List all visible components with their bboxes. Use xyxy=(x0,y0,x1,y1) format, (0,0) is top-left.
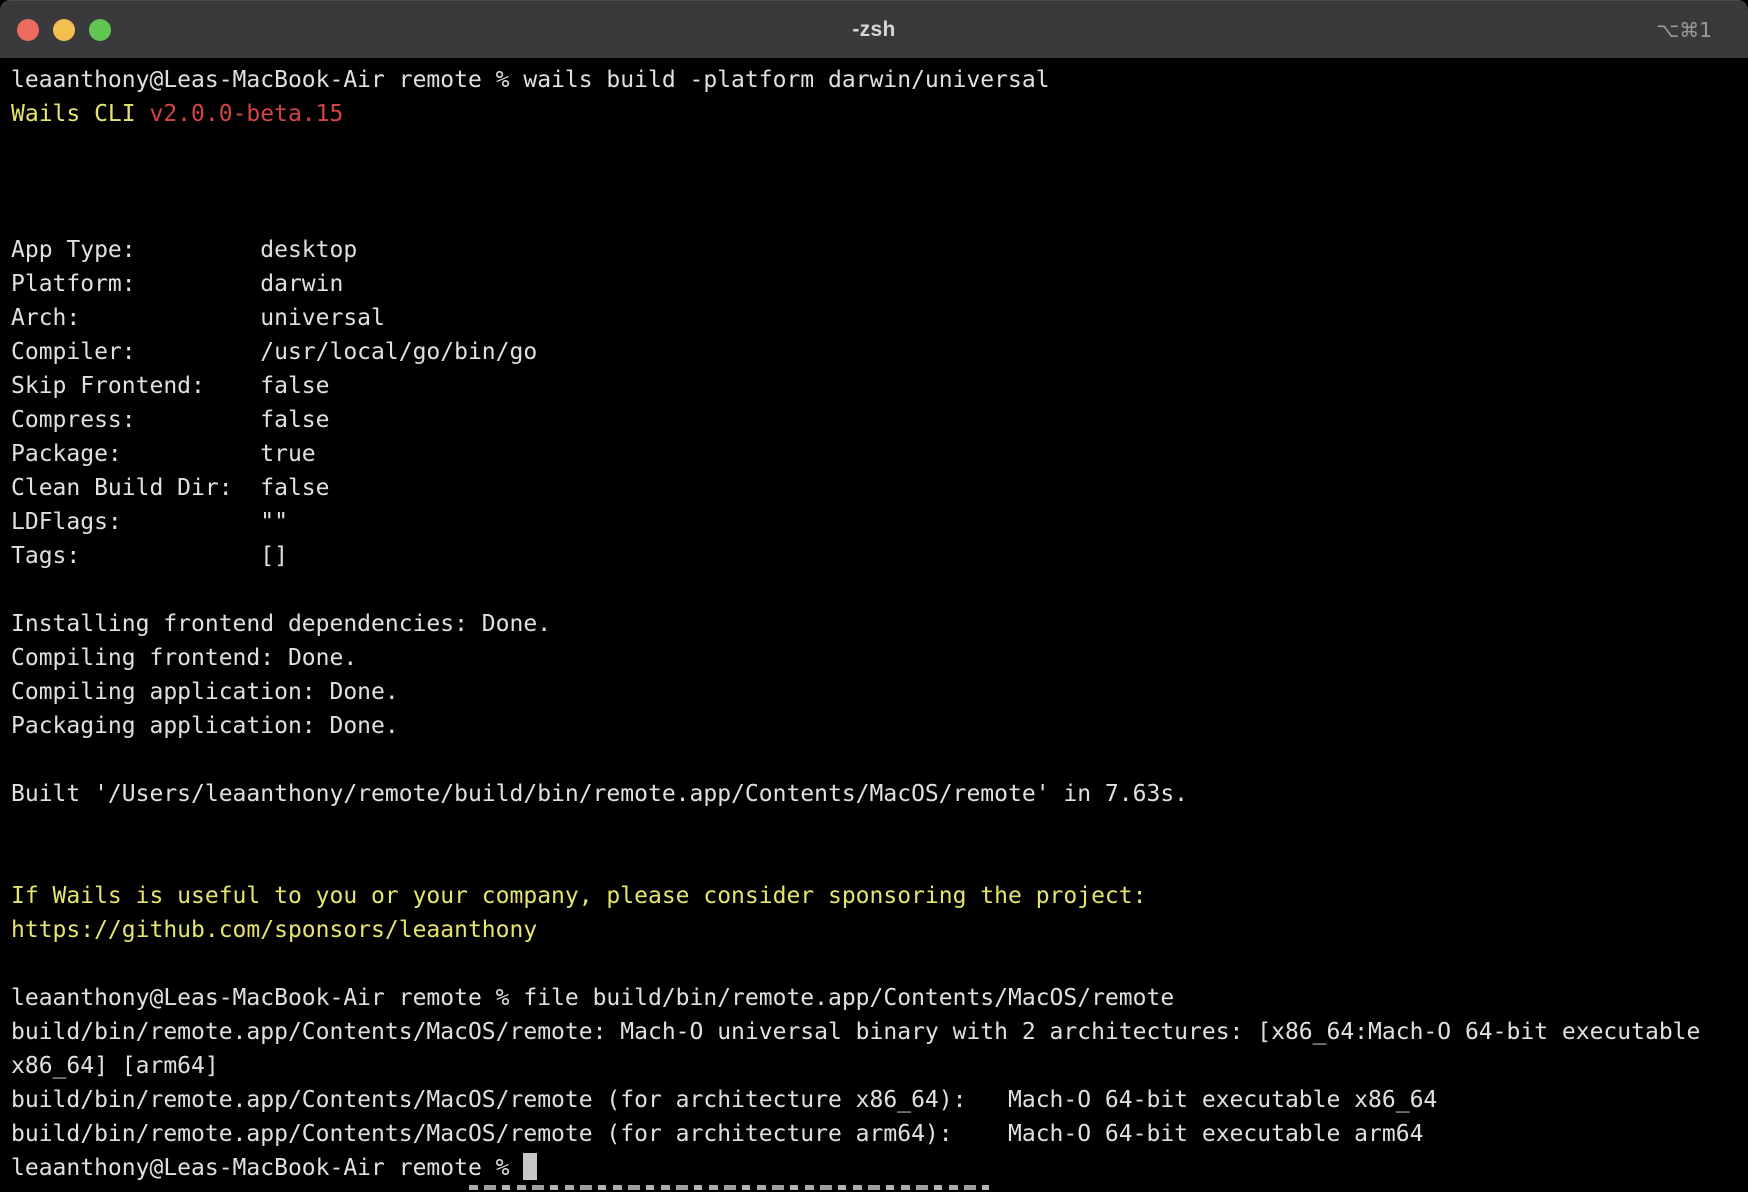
terminal-line xyxy=(11,743,1737,777)
terminal-text-segment: Installing frontend dependencies: Done. xyxy=(11,611,551,637)
status-line: Installing frontend dependencies: Done. xyxy=(11,607,1737,641)
terminal-line xyxy=(11,573,1737,607)
zoom-button[interactable] xyxy=(89,19,111,41)
file-output-line-wrap: x86_64] [arm64] xyxy=(11,1049,1737,1083)
terminal-text-segment: Compiling application: Done. xyxy=(11,679,399,705)
terminal-text-segment: Compiling frontend: Done. xyxy=(11,645,357,671)
tab-shortcut-hint: ⌥⌘1 xyxy=(1656,18,1712,42)
terminal-text-segment: leaanthony@Leas-MacBook-Air remote % fil… xyxy=(11,985,1174,1011)
config-row-tags: Tags: [] xyxy=(11,539,1737,573)
terminal-text-segment: Package: true xyxy=(11,441,316,467)
config-row-clean-build-dir: Clean Build Dir: false xyxy=(11,471,1737,505)
terminal-line xyxy=(11,811,1737,845)
terminal-text-segment: Tags: [] xyxy=(11,543,288,569)
terminal-text-segment: Wails CLI xyxy=(11,101,149,127)
terminal-text-segment: Clean Build Dir: false xyxy=(11,475,330,501)
wails-cli-version-line: Wails CLI v2.0.0-beta.15 xyxy=(11,97,1737,131)
minimize-button[interactable] xyxy=(53,19,75,41)
window-title: -zsh xyxy=(852,18,895,42)
terminal-text-segment: leaanthony@Leas-MacBook-Air remote % xyxy=(11,1155,523,1181)
file-output-line: build/bin/remote.app/Contents/MacOS/remo… xyxy=(11,1083,1737,1117)
status-line: Compiling application: Done. xyxy=(11,675,1737,709)
terminal-text-segment: build/bin/remote.app/Contents/MacOS/remo… xyxy=(11,1019,1700,1045)
terminal-text-segment: leaanthony@Leas-MacBook-Air remote % wai… xyxy=(11,67,1050,93)
config-row-package: Package: true xyxy=(11,437,1737,471)
terminal-screen[interactable]: leaanthony@Leas-MacBook-Air remote % wai… xyxy=(0,58,1748,1192)
terminal-text-segment: If Wails is useful to you or your compan… xyxy=(11,883,1146,909)
close-button[interactable] xyxy=(17,19,39,41)
terminal-text-segment: App Type: desktop xyxy=(11,237,357,263)
prompt-line: leaanthony@Leas-MacBook-Air remote % wai… xyxy=(11,63,1737,97)
terminal-text-segment: Platform: darwin xyxy=(11,271,343,297)
terminal-line xyxy=(11,131,1737,165)
terminal-window: -zsh ⌥⌘1 leaanthony@Leas-MacBook-Air rem… xyxy=(0,0,1748,1192)
config-row-compiler: Compiler: /usr/local/go/bin/go xyxy=(11,335,1737,369)
terminal-text-segment: x86_64] [arm64] xyxy=(11,1053,219,1079)
terminal-text-segment: Skip Frontend: false xyxy=(11,373,330,399)
terminal-text-segment: https://github.com/sponsors/leaanthony xyxy=(11,917,537,943)
terminal-text-segment: build/bin/remote.app/Contents/MacOS/remo… xyxy=(11,1087,1437,1113)
terminal-line xyxy=(11,199,1737,233)
config-row-compress: Compress: false xyxy=(11,403,1737,437)
config-row-arch: Arch: universal xyxy=(11,301,1737,335)
terminal-text-segment: Arch: universal xyxy=(11,305,385,331)
terminal-line xyxy=(11,947,1737,981)
terminal-text-segment: v2.0.0-beta.15 xyxy=(149,101,343,127)
status-line: Compiling frontend: Done. xyxy=(11,641,1737,675)
terminal-text-segment: Packaging application: Done. xyxy=(11,713,399,739)
terminal-text-segment: Compress: false xyxy=(11,407,330,433)
terminal-text-segment: build/bin/remote.app/Contents/MacOS/remo… xyxy=(11,1121,1423,1147)
file-output-line: build/bin/remote.app/Contents/MacOS/remo… xyxy=(11,1015,1737,1049)
titlebar[interactable]: -zsh ⌥⌘1 xyxy=(0,0,1748,58)
terminal-line xyxy=(11,845,1737,879)
status-line: Packaging application: Done. xyxy=(11,709,1737,743)
sponsor-url-line: https://github.com/sponsors/leaanthony xyxy=(11,913,1737,947)
terminal-cursor xyxy=(523,1153,537,1180)
file-output-line: build/bin/remote.app/Contents/MacOS/remo… xyxy=(11,1117,1737,1151)
sponsor-message-line: If Wails is useful to you or your compan… xyxy=(11,879,1737,913)
config-row-app-type: App Type: desktop xyxy=(11,233,1737,267)
build-result-line: Built '/Users/leaanthony/remote/build/bi… xyxy=(11,777,1737,811)
config-row-ldflags: LDFlags: "" xyxy=(11,505,1737,539)
terminal-line xyxy=(11,165,1737,199)
terminal-text-segment: Compiler: /usr/local/go/bin/go xyxy=(11,339,537,365)
config-row-skip-frontend: Skip Frontend: false xyxy=(11,369,1737,403)
prompt-line: leaanthony@Leas-MacBook-Air remote % fil… xyxy=(11,981,1737,1015)
config-row-platform: Platform: darwin xyxy=(11,267,1737,301)
terminal-text-segment: LDFlags: "" xyxy=(11,509,288,535)
traffic-lights xyxy=(17,1,111,58)
prompt-line-current: leaanthony@Leas-MacBook-Air remote % xyxy=(11,1151,1737,1185)
clipped-text-fragment xyxy=(469,1185,989,1192)
terminal-text-segment: Built '/Users/leaanthony/remote/build/bi… xyxy=(11,781,1188,807)
